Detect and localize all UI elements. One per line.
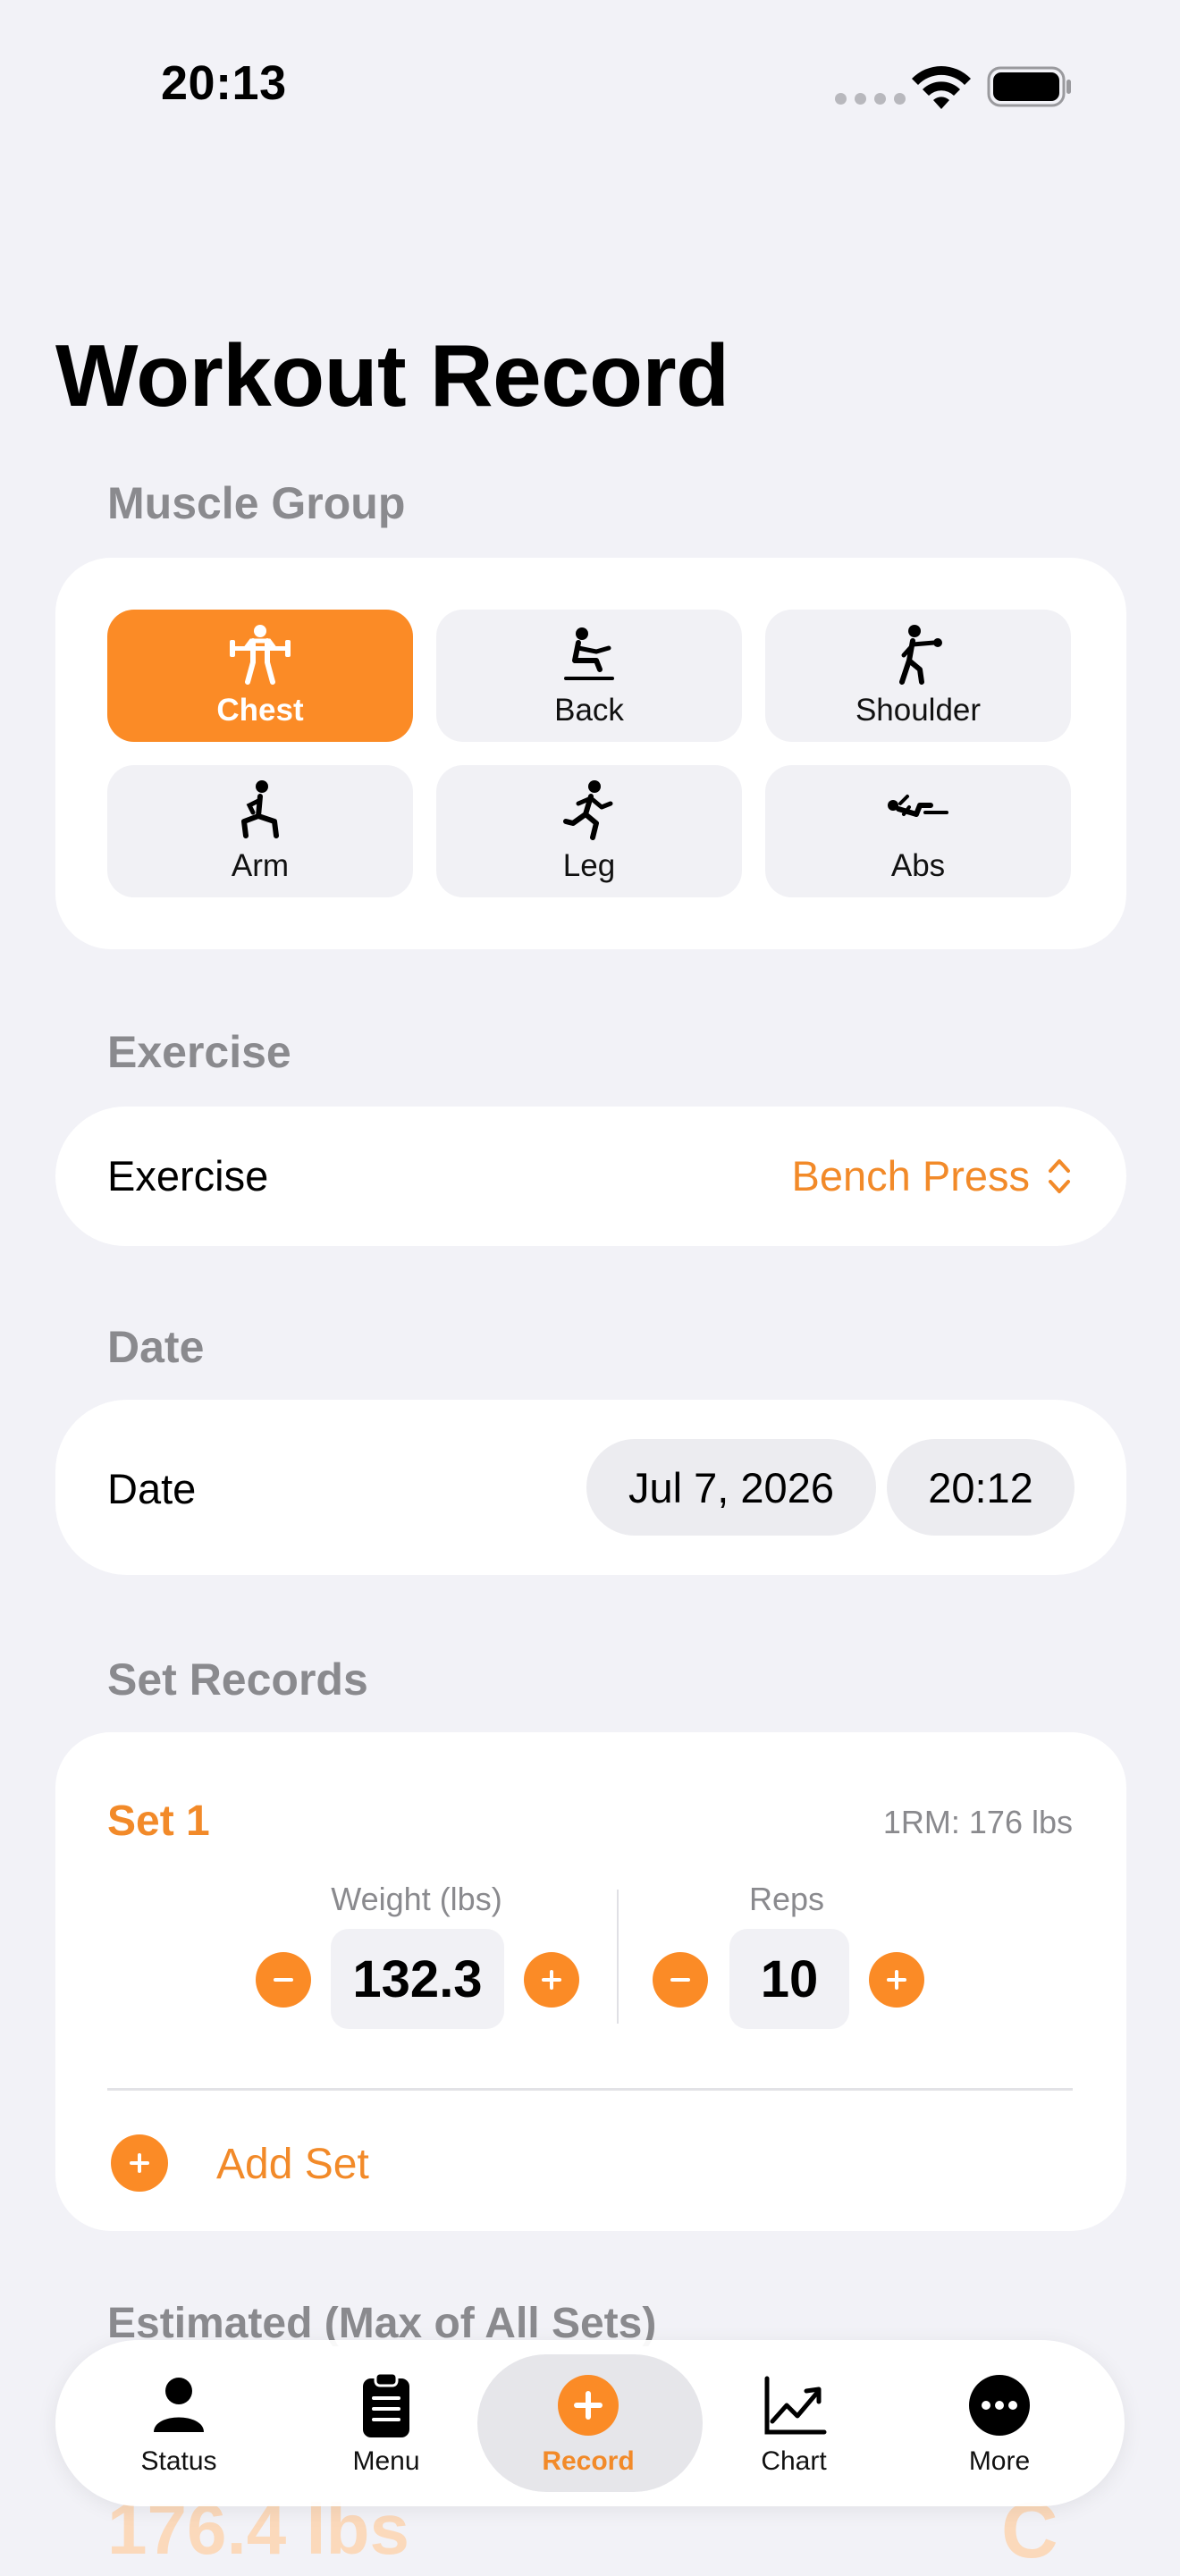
tab-label: Chart: [761, 2446, 827, 2476]
exercise-picker-value[interactable]: Bench Press: [792, 1151, 1030, 1200]
clipboard-icon: [363, 2371, 409, 2437]
muscle-group-section-label: Muscle Group: [107, 478, 406, 528]
muscle-group-card: Chest Back Shoulder Arm Leg Abs: [55, 558, 1126, 949]
muscle-group-shoulder-button[interactable]: Shoulder: [765, 610, 1071, 742]
exercise-row-label: Exercise: [107, 1152, 269, 1200]
minus-icon: [670, 1978, 690, 1982]
barbell-figure-icon: [230, 625, 291, 685]
weight-field-label: Weight (lbs): [331, 1881, 502, 1917]
tab-label: More: [968, 2446, 1031, 2476]
field-divider: [617, 1890, 619, 2024]
add-set-button[interactable]: Add Set: [216, 2140, 369, 2189]
line-chart-icon: [764, 2376, 827, 2435]
tab-status[interactable]: Status: [107, 2340, 250, 2506]
muscle-group-label: Chest: [216, 693, 304, 728]
one-rm-label: 1RM: 176 lbs: [882, 1804, 1073, 1840]
tab-label: Status: [140, 2446, 217, 2476]
muscle-group-label: Abs: [890, 848, 946, 883]
muscle-group-chest-button[interactable]: Chest: [107, 610, 413, 742]
date-row-label: Date: [107, 1465, 197, 1512]
plus-icon: [887, 1970, 906, 1990]
set-title: Set 1: [107, 1797, 210, 1845]
minus-icon: [274, 1978, 293, 1982]
reps-decrement-button[interactable]: [653, 1952, 708, 2008]
muscle-group-label: Leg: [562, 848, 616, 883]
date-section-label: Date: [107, 1322, 205, 1372]
time-picker-button[interactable]: 20:12: [887, 1439, 1075, 1536]
boxing-figure-icon: [899, 625, 942, 685]
weight-increment-button[interactable]: [524, 1952, 579, 2008]
tab-menu[interactable]: Menu: [315, 2340, 458, 2506]
status-time: 20:13: [161, 56, 287, 110]
muscle-group-label: Back: [554, 693, 624, 728]
date-picker-button[interactable]: Jul 7, 2026: [586, 1439, 876, 1536]
core-training-figure-icon: [888, 795, 948, 817]
tab-record[interactable]: Record: [517, 2340, 660, 2506]
add-set-icon-button[interactable]: [111, 2134, 168, 2192]
plus-icon: [130, 2153, 149, 2173]
plus-icon: [542, 1970, 561, 1990]
reps-increment-button[interactable]: [869, 1952, 924, 2008]
exercise-section-label: Exercise: [107, 1027, 291, 1077]
set-records-section-label: Set Records: [107, 1654, 368, 1705]
tab-label: Menu: [352, 2446, 420, 2476]
reps-value-field[interactable]: 10: [729, 1929, 849, 2029]
muscle-group-back-button[interactable]: Back: [436, 610, 742, 742]
muscle-group-arm-button[interactable]: Arm: [107, 765, 413, 897]
muscle-group-label: Arm: [231, 848, 290, 883]
lunge-figure-icon: [241, 780, 279, 838]
running-figure-icon: [563, 780, 613, 840]
tab-label: Record: [542, 2446, 635, 2476]
muscle-group-leg-button[interactable]: Leg: [436, 765, 742, 897]
weight-decrement-button[interactable]: [256, 1952, 311, 2008]
wifi-icon: [912, 66, 971, 109]
cellular-signal-icon: [835, 93, 906, 105]
person-icon: [154, 2378, 204, 2432]
battery-icon: [987, 66, 1071, 107]
tab-chart[interactable]: Chart: [722, 2340, 865, 2506]
muscle-group-abs-button[interactable]: Abs: [765, 765, 1071, 897]
set-divider: [107, 2088, 1073, 2091]
muscle-group-label: Shoulder: [855, 693, 982, 728]
rowing-figure-icon: [564, 627, 614, 680]
exercise-row[interactable]: Exercise Bench Press: [55, 1107, 1126, 1246]
more-circle-icon: [969, 2375, 1030, 2436]
plus-circle-icon: [558, 2375, 619, 2436]
chevron-up-down-icon: [1049, 1159, 1070, 1193]
page-title: Workout Record: [55, 326, 729, 425]
date-row: Date Jul 7, 2026 20:12: [55, 1400, 1126, 1575]
reps-field-label: Reps: [748, 1881, 825, 1917]
weight-value-field[interactable]: 132.3: [331, 1929, 504, 2029]
tab-more[interactable]: More: [928, 2340, 1071, 2506]
